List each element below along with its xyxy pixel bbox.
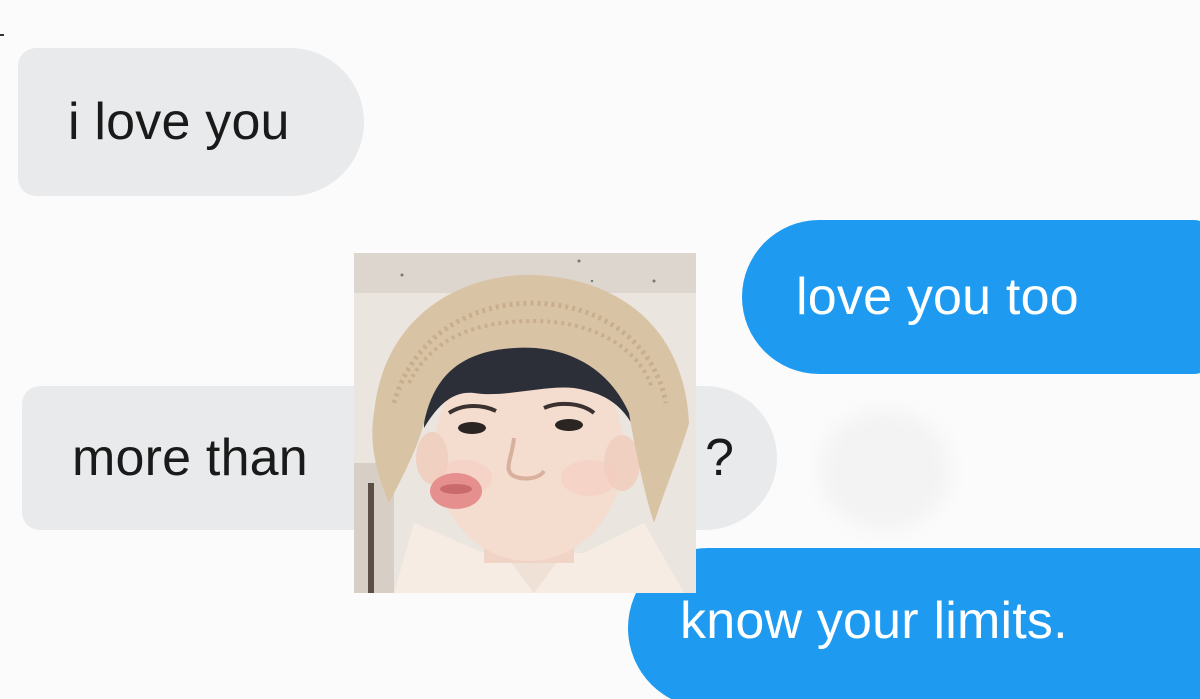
outgoing-message-bubble[interactable]: love you too	[742, 220, 1200, 374]
person-face-photo	[354, 253, 696, 593]
faint-ghost-shape	[820, 410, 950, 530]
message-text: more than	[72, 429, 308, 487]
message-text: i love you	[68, 93, 290, 151]
message-text: know your limits.	[680, 592, 1068, 650]
message-suffix: ?	[705, 429, 735, 487]
chat-screen: i love you love you too more than ? know…	[0, 0, 1200, 699]
outgoing-message-bubble[interactable]: know your limits.	[628, 548, 1200, 699]
edge-mark	[0, 34, 4, 36]
incoming-message-bubble[interactable]: i love you	[18, 48, 364, 196]
message-text: love you too	[796, 268, 1079, 326]
